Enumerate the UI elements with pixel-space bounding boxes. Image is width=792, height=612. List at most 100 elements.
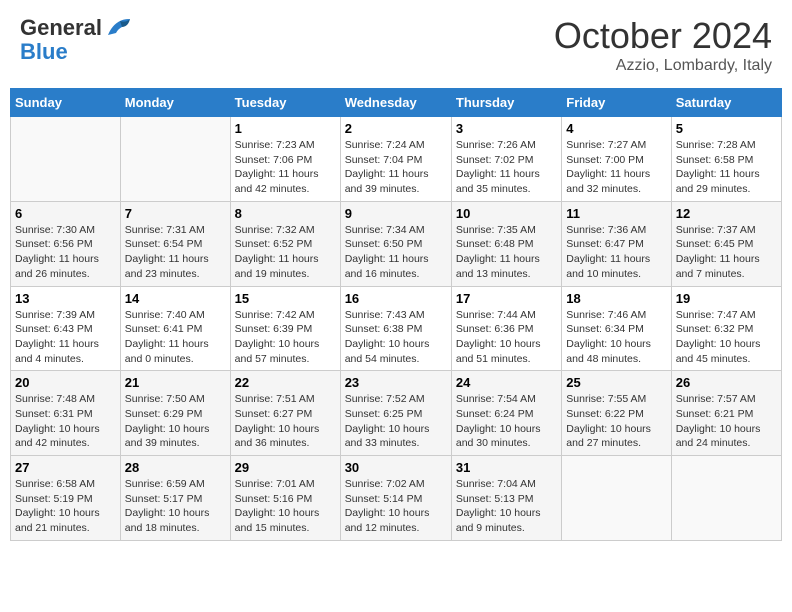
calendar-cell: 17 Sunrise: 7:44 AMSunset: 6:36 PMDayligh…	[451, 286, 561, 371]
calendar-cell: 9 Sunrise: 7:34 AMSunset: 6:50 PMDaylight…	[340, 201, 451, 286]
cell-content: Sunrise: 7:01 AMSunset: 5:16 PMDaylight:…	[235, 477, 336, 536]
calendar-cell: 16 Sunrise: 7:43 AMSunset: 6:38 PMDayligh…	[340, 286, 451, 371]
day-number: 22	[235, 375, 336, 390]
cell-content: Sunrise: 7:46 AMSunset: 6:34 PMDaylight:…	[566, 308, 666, 367]
calendar-week-row: 6 Sunrise: 7:30 AMSunset: 6:56 PMDaylight…	[11, 201, 782, 286]
calendar-cell: 31 Sunrise: 7:04 AMSunset: 5:13 PMDayligh…	[451, 456, 561, 541]
cell-content: Sunrise: 7:43 AMSunset: 6:38 PMDaylight:…	[345, 308, 447, 367]
day-header-saturday: Saturday	[671, 89, 781, 117]
month-title: October 2024	[554, 15, 772, 57]
title-block: October 2024 Azzio, Lombardy, Italy	[554, 15, 772, 75]
calendar-cell: 29 Sunrise: 7:01 AMSunset: 5:16 PMDayligh…	[230, 456, 340, 541]
calendar-cell: 19 Sunrise: 7:47 AMSunset: 6:32 PMDayligh…	[671, 286, 781, 371]
calendar-week-row: 13Sunrise: 7:39 AMSunset: 6:43 PMDayligh…	[11, 286, 782, 371]
day-number: 21	[125, 375, 226, 390]
day-number: 18	[566, 291, 666, 306]
calendar-cell: 4Sunrise: 7:27 AMSunset: 7:00 PMDaylight…	[562, 117, 671, 202]
cell-content: Sunrise: 7:54 AMSunset: 6:24 PMDaylight:…	[456, 392, 557, 451]
calendar-cell: 14 Sunrise: 7:40 AMSunset: 6:41 PMDayligh…	[120, 286, 230, 371]
day-number: 8	[235, 206, 336, 221]
day-number: 9	[345, 206, 447, 221]
day-number: 24	[456, 375, 557, 390]
day-number: 29	[235, 460, 336, 475]
calendar-cell: 6 Sunrise: 7:30 AMSunset: 6:56 PMDaylight…	[11, 201, 121, 286]
calendar-cell: 15 Sunrise: 7:42 AMSunset: 6:39 PMDayligh…	[230, 286, 340, 371]
cell-content: Sunrise: 7:24 AMSunset: 7:04 PMDaylight:…	[345, 138, 447, 197]
calendar-cell: 13Sunrise: 7:39 AMSunset: 6:43 PMDayligh…	[11, 286, 121, 371]
calendar-cell: 10 Sunrise: 7:35 AMSunset: 6:48 PMDayligh…	[451, 201, 561, 286]
cell-content: Sunrise: 7:51 AMSunset: 6:27 PMDaylight:…	[235, 392, 336, 451]
day-header-tuesday: Tuesday	[230, 89, 340, 117]
day-number: 26	[676, 375, 777, 390]
cell-content: Sunrise: 7:04 AMSunset: 5:13 PMDaylight:…	[456, 477, 557, 536]
calendar-cell	[562, 456, 671, 541]
cell-content: Sunrise: 7:57 AMSunset: 6:21 PMDaylight:…	[676, 392, 777, 451]
cell-content: Sunrise: 7:30 AMSunset: 6:56 PMDaylight:…	[15, 223, 116, 282]
calendar-cell: 26 Sunrise: 7:57 AMSunset: 6:21 PMDayligh…	[671, 371, 781, 456]
day-number: 10	[456, 206, 557, 221]
cell-content: Sunrise: 7:31 AMSunset: 6:54 PMDaylight:…	[125, 223, 226, 282]
logo: General Blue	[20, 15, 132, 65]
cell-content: Sunrise: 7:48 AMSunset: 6:31 PMDaylight:…	[15, 392, 116, 451]
day-number: 20	[15, 375, 116, 390]
cell-content: Sunrise: 7:52 AMSunset: 6:25 PMDaylight:…	[345, 392, 447, 451]
day-header-wednesday: Wednesday	[340, 89, 451, 117]
calendar-cell: 2 Sunrise: 7:24 AMSunset: 7:04 PMDaylight…	[340, 117, 451, 202]
calendar-week-row: 20 Sunrise: 7:48 AMSunset: 6:31 PMDayligh…	[11, 371, 782, 456]
calendar-cell: 1Sunrise: 7:23 AMSunset: 7:06 PMDaylight…	[230, 117, 340, 202]
cell-content: Sunrise: 7:23 AMSunset: 7:06 PMDaylight:…	[235, 138, 336, 197]
day-number: 19	[676, 291, 777, 306]
calendar-table: SundayMondayTuesdayWednesdayThursdayFrid…	[10, 88, 782, 541]
calendar-cell: 25 Sunrise: 7:55 AMSunset: 6:22 PMDayligh…	[562, 371, 671, 456]
day-number: 17	[456, 291, 557, 306]
day-number: 16	[345, 291, 447, 306]
location-title: Azzio, Lombardy, Italy	[554, 57, 772, 75]
calendar-cell: 24 Sunrise: 7:54 AMSunset: 6:24 PMDayligh…	[451, 371, 561, 456]
cell-content: Sunrise: 7:36 AMSunset: 6:47 PMDaylight:…	[566, 223, 666, 282]
calendar-week-row: 27Sunrise: 6:58 AMSunset: 5:19 PMDayligh…	[11, 456, 782, 541]
day-number: 11	[566, 206, 666, 221]
calendar-cell: 20 Sunrise: 7:48 AMSunset: 6:31 PMDayligh…	[11, 371, 121, 456]
cell-content: Sunrise: 7:34 AMSunset: 6:50 PMDaylight:…	[345, 223, 447, 282]
cell-content: Sunrise: 7:35 AMSunset: 6:48 PMDaylight:…	[456, 223, 557, 282]
cell-content: Sunrise: 7:55 AMSunset: 6:22 PMDaylight:…	[566, 392, 666, 451]
logo-blue-text: Blue	[20, 39, 68, 65]
day-header-thursday: Thursday	[451, 89, 561, 117]
calendar-cell: 3Sunrise: 7:26 AMSunset: 7:02 PMDaylight…	[451, 117, 561, 202]
cell-content: Sunrise: 7:42 AMSunset: 6:39 PMDaylight:…	[235, 308, 336, 367]
cell-content: Sunrise: 7:32 AMSunset: 6:52 PMDaylight:…	[235, 223, 336, 282]
calendar-cell: 21 Sunrise: 7:50 AMSunset: 6:29 PMDayligh…	[120, 371, 230, 456]
calendar-cell: 22 Sunrise: 7:51 AMSunset: 6:27 PMDayligh…	[230, 371, 340, 456]
calendar-cell	[120, 117, 230, 202]
day-number: 15	[235, 291, 336, 306]
day-number: 3	[456, 121, 557, 136]
cell-content: Sunrise: 7:28 AMSunset: 6:58 PMDaylight:…	[676, 138, 777, 197]
cell-content: Sunrise: 7:50 AMSunset: 6:29 PMDaylight:…	[125, 392, 226, 451]
day-number: 14	[125, 291, 226, 306]
cell-content: Sunrise: 7:37 AMSunset: 6:45 PMDaylight:…	[676, 223, 777, 282]
cell-content: Sunrise: 7:47 AMSunset: 6:32 PMDaylight:…	[676, 308, 777, 367]
page-header: General Blue October 2024 Azzio, Lombard…	[10, 10, 782, 80]
day-number: 6	[15, 206, 116, 221]
calendar-cell: 23 Sunrise: 7:52 AMSunset: 6:25 PMDayligh…	[340, 371, 451, 456]
calendar-cell: 27Sunrise: 6:58 AMSunset: 5:19 PMDayligh…	[11, 456, 121, 541]
day-number: 25	[566, 375, 666, 390]
logo-bird-icon	[104, 17, 132, 39]
cell-content: Sunrise: 7:40 AMSunset: 6:41 PMDaylight:…	[125, 308, 226, 367]
cell-content: Sunrise: 7:44 AMSunset: 6:36 PMDaylight:…	[456, 308, 557, 367]
day-header-friday: Friday	[562, 89, 671, 117]
day-number: 30	[345, 460, 447, 475]
day-number: 23	[345, 375, 447, 390]
day-number: 28	[125, 460, 226, 475]
day-number: 2	[345, 121, 447, 136]
logo-general-text: General	[20, 15, 102, 41]
day-number: 13	[15, 291, 116, 306]
day-header-monday: Monday	[120, 89, 230, 117]
day-number: 31	[456, 460, 557, 475]
calendar-cell: 18 Sunrise: 7:46 AMSunset: 6:34 PMDayligh…	[562, 286, 671, 371]
day-number: 12	[676, 206, 777, 221]
day-number: 7	[125, 206, 226, 221]
calendar-cell: 30Sunrise: 7:02 AMSunset: 5:14 PMDayligh…	[340, 456, 451, 541]
day-header-sunday: Sunday	[11, 89, 121, 117]
day-number: 5	[676, 121, 777, 136]
